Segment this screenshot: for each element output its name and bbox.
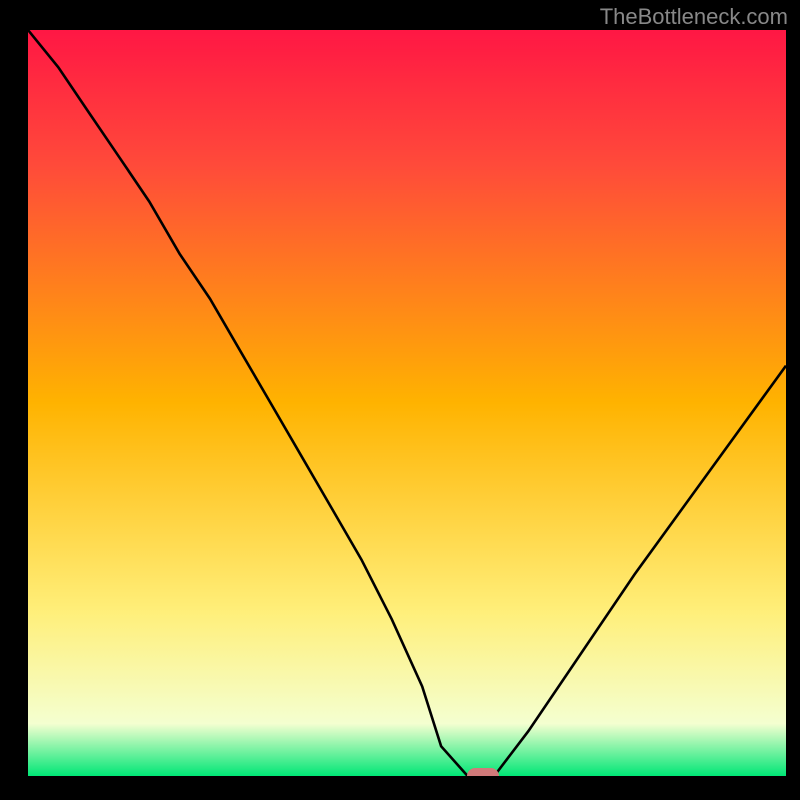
bottom-border — [0, 776, 800, 800]
left-border — [0, 0, 28, 800]
right-border — [786, 0, 800, 800]
chart-container: TheBottleneck.com — [0, 0, 800, 800]
watermark-text: TheBottleneck.com — [600, 4, 788, 30]
chart-background — [28, 30, 786, 776]
